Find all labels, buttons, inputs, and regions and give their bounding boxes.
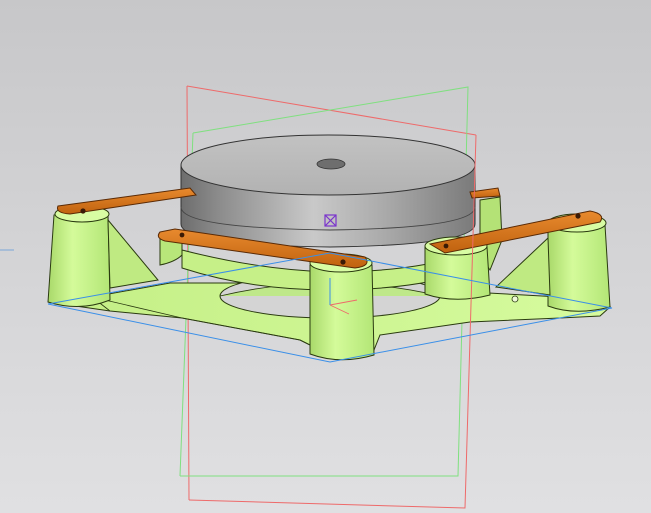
arm-left[interactable]	[57, 187, 197, 215]
gray-cylinder[interactable]	[180, 134, 476, 248]
3d-viewport[interactable]	[0, 0, 651, 513]
post-front[interactable]	[309, 253, 375, 361]
model-scene[interactable]	[0, 0, 651, 513]
